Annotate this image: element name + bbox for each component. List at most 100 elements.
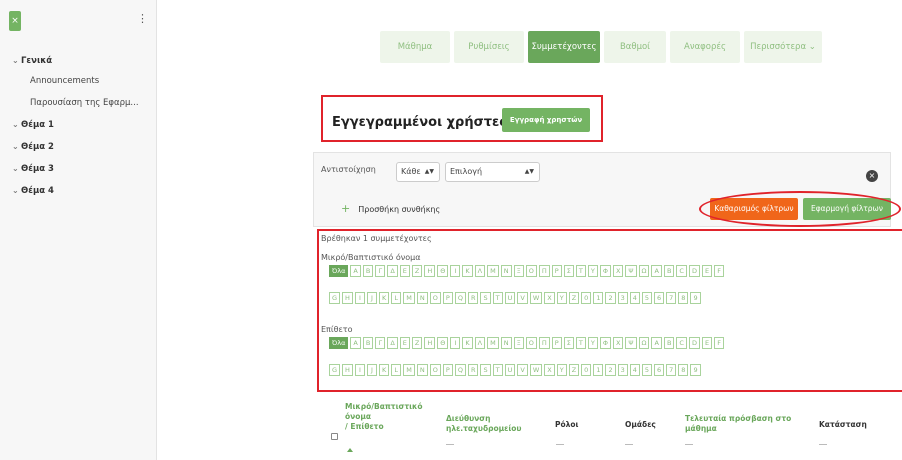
tab-grades[interactable]: Βαθμοί — [604, 31, 666, 63]
filter-type-select[interactable]: Επιλογή ▲▼ — [445, 162, 540, 182]
initial-letter[interactable]: Λ — [474, 337, 486, 349]
initial-letter[interactable]: Π — [538, 265, 550, 277]
initial-letter[interactable]: W — [529, 364, 543, 376]
collapse-column-icon[interactable] — [819, 444, 827, 445]
initial-letter[interactable]: 9 — [690, 292, 701, 304]
initial-letter[interactable]: Y — [556, 292, 567, 304]
initial-letter[interactable]: T — [492, 364, 503, 376]
sidebar-item[interactable]: ⌄ Θέμα 1 — [12, 120, 54, 130]
initial-letter[interactable]: M — [403, 292, 415, 304]
initial-letter[interactable]: Δ — [387, 337, 398, 349]
initial-letter[interactable]: 2 — [605, 292, 616, 304]
initial-letter[interactable]: Σ — [563, 337, 574, 349]
column-header-email[interactable]: Διεύθυνση ηλε.ταχυδρομείου — [446, 414, 521, 434]
sidebar-item[interactable]: ⌄ Θέμα 4 — [12, 186, 54, 196]
initial-letter[interactable]: S — [480, 292, 491, 304]
initial-letter[interactable]: 3 — [617, 292, 628, 304]
initial-letter[interactable]: Φ — [599, 337, 611, 349]
initial-letter[interactable]: Γ — [375, 337, 386, 349]
initial-letter[interactable]: X — [544, 364, 555, 376]
column-header-last-access[interactable]: Τελευταία πρόσβαση στο μάθημα — [685, 414, 791, 434]
initial-letter[interactable]: Ν — [500, 337, 512, 349]
initial-letter[interactable]: Q — [454, 364, 466, 376]
initial-letter[interactable]: Β — [362, 337, 374, 349]
initial-letter[interactable]: Ζ — [411, 265, 423, 277]
initial-letter[interactable]: Ζ — [411, 337, 423, 349]
initial-letter[interactable]: P — [442, 292, 453, 304]
tab-settings[interactable]: Ρυθμίσεις — [454, 31, 524, 63]
initial-letter[interactable]: 8 — [678, 292, 689, 304]
initial-letter[interactable]: V — [517, 364, 528, 376]
initial-letter[interactable]: Ξ — [513, 337, 524, 349]
initial-letter[interactable]: T — [492, 292, 503, 304]
collapse-column-icon[interactable] — [556, 444, 564, 445]
initial-letter[interactable]: N — [416, 364, 428, 376]
initial-letter[interactable]: J — [366, 364, 377, 376]
initial-letter[interactable]: 0 — [581, 364, 592, 376]
initial-letter[interactable]: 6 — [654, 292, 665, 304]
add-condition-link[interactable]: + Προσθήκη συνθήκης — [341, 202, 440, 215]
tab-course[interactable]: Μάθημα — [380, 31, 450, 63]
initial-letter[interactable]: U — [504, 364, 516, 376]
initial-letter[interactable]: V — [517, 292, 528, 304]
initial-letter[interactable]: Μ — [487, 337, 499, 349]
initial-letter[interactable]: Ρ — [551, 265, 562, 277]
initial-letter[interactable]: K — [378, 292, 390, 304]
initial-letter[interactable]: Μ — [487, 265, 499, 277]
initial-letter[interactable]: Λ — [474, 265, 486, 277]
initial-letter[interactable]: A — [651, 337, 662, 349]
initial-letter[interactable]: 4 — [629, 364, 640, 376]
initial-letter[interactable]: Ψ — [625, 337, 637, 349]
initial-letter[interactable]: Ω — [638, 265, 650, 277]
initial-letter[interactable]: L — [391, 292, 402, 304]
initial-letter[interactable]: Ν — [500, 265, 512, 277]
initial-letter[interactable]: 7 — [666, 364, 677, 376]
initial-letter[interactable]: Α — [350, 337, 361, 349]
initial-letter[interactable]: H — [342, 292, 353, 304]
close-drawer-button[interactable]: × — [9, 11, 21, 31]
enrol-users-button[interactable]: Εγγραφή χρηστών — [502, 108, 590, 132]
initial-letter[interactable]: 9 — [690, 364, 701, 376]
initial-letter[interactable]: Φ — [599, 265, 611, 277]
initial-letter[interactable]: 2 — [605, 364, 616, 376]
initial-letter[interactable]: Χ — [612, 265, 624, 277]
initial-letter[interactable]: E — [701, 337, 713, 349]
initial-letter[interactable]: Θ — [437, 337, 449, 349]
initial-letter[interactable]: E — [701, 265, 713, 277]
sidebar-item[interactable]: ⌄ Γενικά — [12, 56, 52, 66]
initial-letter[interactable]: L — [391, 364, 402, 376]
initial-letter[interactable]: Ε — [399, 265, 410, 277]
initial-letter[interactable]: K — [378, 364, 390, 376]
initial-letter[interactable]: Q — [454, 292, 466, 304]
initial-letter[interactable]: 7 — [666, 292, 677, 304]
initial-letter[interactable]: 3 — [617, 364, 628, 376]
initial-letter[interactable]: Ε — [399, 337, 410, 349]
initial-letter[interactable]: 5 — [641, 364, 653, 376]
initial-letter[interactable]: Z — [568, 292, 580, 304]
initial-letter[interactable]: Χ — [612, 337, 624, 349]
initial-letter[interactable]: Π — [538, 337, 550, 349]
initial-letter[interactable]: 1 — [593, 292, 604, 304]
initial-letter[interactable]: P — [442, 364, 453, 376]
initial-letter[interactable]: O — [429, 364, 441, 376]
initial-letter[interactable]: Ξ — [513, 265, 524, 277]
initial-letter[interactable]: Η — [424, 337, 436, 349]
initial-letter[interactable]: Ο — [525, 337, 537, 349]
initial-letter[interactable]: W — [529, 292, 543, 304]
initial-letter[interactable]: Δ — [387, 265, 398, 277]
initial-letter[interactable]: Γ — [375, 265, 386, 277]
initial-letter[interactable]: H — [342, 364, 353, 376]
initial-letter[interactable]: 8 — [678, 364, 689, 376]
initial-letter[interactable]: X — [544, 292, 555, 304]
collapse-column-icon[interactable] — [625, 444, 633, 445]
initial-letter[interactable]: B — [663, 265, 675, 277]
initial-letter[interactable]: F — [714, 337, 725, 349]
remove-condition-icon[interactable]: × — [866, 170, 878, 182]
initial-letter[interactable]: 1 — [593, 364, 604, 376]
initial-letter[interactable]: U — [504, 292, 516, 304]
sidebar-item[interactable]: Παρουσίαση της Εφαρμ... — [30, 98, 139, 108]
initial-letter[interactable]: Ω — [638, 337, 650, 349]
initial-letter[interactable]: Τ — [575, 337, 586, 349]
initial-letter[interactable]: G — [329, 292, 341, 304]
initial-letter[interactable]: I — [354, 292, 365, 304]
